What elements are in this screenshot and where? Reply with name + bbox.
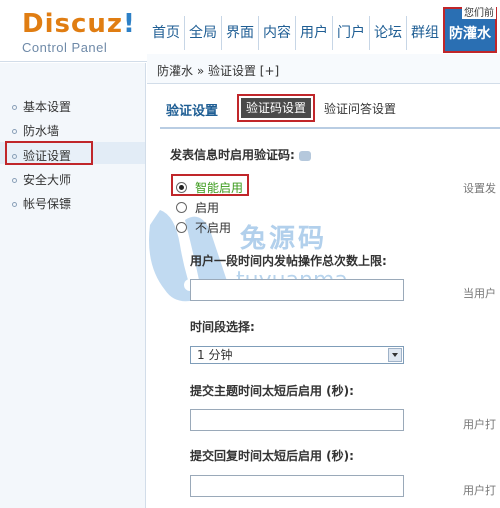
reply-time-input[interactable] <box>190 475 404 497</box>
top-nav: 首页 全局 界面 内容 用户 门户 论坛 群组 <box>148 16 443 50</box>
radio-smart-enable[interactable]: 智能启用 <box>176 179 243 196</box>
nav-item-portal[interactable]: 门户 <box>333 16 370 50</box>
topic-time-label: 提交主题时间太短后启用 (秒): <box>190 384 354 398</box>
bullet-icon <box>12 178 17 183</box>
nav-item-home[interactable]: 首页 <box>148 16 185 50</box>
sidebar-item-security-master[interactable]: 安全大师 <box>12 171 71 188</box>
nav-item-users[interactable]: 用户 <box>296 16 333 50</box>
watermark-text-cn: 兔源码 <box>240 224 328 254</box>
post-limit-label: 用户一段时间内发帖操作总次数上限: <box>190 254 387 268</box>
hint-text: 用户打 <box>463 418 496 431</box>
nav-item-ui[interactable]: 界面 <box>222 16 259 50</box>
sidebar-item-firewall[interactable]: 防水墙 <box>12 122 59 139</box>
header: Discuz! Control Panel 首页 全局 界面 内容 用户 门户 … <box>0 0 500 62</box>
help-bubble-icon[interactable] <box>298 150 311 161</box>
post-limit-input[interactable] <box>190 279 404 301</box>
hint-text: 当用户 <box>463 287 496 300</box>
chevron-down-icon[interactable] <box>388 348 402 362</box>
hint-text: 用户打 <box>463 484 496 497</box>
top-note: 您们前 <box>462 4 496 19</box>
period-select[interactable]: 1 分钟 <box>190 346 404 364</box>
logo: Discuz! Control Panel <box>22 10 136 55</box>
sidebar-item-account-guard[interactable]: 帐号保镖 <box>12 195 71 212</box>
sidebar-item-label: 安全大师 <box>23 173 72 187</box>
radio-enable[interactable]: 启用 <box>176 199 219 216</box>
nav-item-forum[interactable]: 论坛 <box>370 16 407 50</box>
radio-checked-icon[interactable] <box>176 182 187 193</box>
radio-enable-label: 启用 <box>195 201 220 215</box>
nav-item-content[interactable]: 内容 <box>259 16 296 50</box>
radio-smart-label: 智能启用 <box>195 181 244 195</box>
radio-disable-label: 不启用 <box>195 221 232 235</box>
radio-disable[interactable]: 不启用 <box>176 219 231 236</box>
tab-captcha-settings[interactable]: 验证码设置 <box>237 94 315 122</box>
nav-active-label: 防灌水 <box>449 26 491 42</box>
sidebar-item-label: 帐号保镖 <box>23 197 72 211</box>
bullet-icon <box>12 154 17 159</box>
logo-brand-tail: ! <box>123 9 136 39</box>
period-label: 时间段选择: <box>190 320 255 334</box>
logo-brand-text: Discuz <box>22 9 124 39</box>
tab-qa-settings[interactable]: 验证问答设置 <box>324 100 396 117</box>
sidebar-item-label: 验证设置 <box>23 149 72 163</box>
radio-unchecked-icon[interactable] <box>176 222 187 233</box>
nav-item-global[interactable]: 全局 <box>185 16 222 50</box>
breadcrumb[interactable]: 防灌水 » 验证设置 [+] <box>147 54 500 84</box>
bullet-icon <box>12 202 17 207</box>
enable-captcha-label-text: 发表信息时启用验证码: <box>170 148 295 162</box>
sidebar-item-label: 基本设置 <box>23 100 72 114</box>
enable-captcha-label: 发表信息时启用验证码: <box>170 146 311 163</box>
title-divider <box>160 127 500 129</box>
period-select-value: 1 分钟 <box>197 348 233 362</box>
radio-unchecked-icon[interactable] <box>176 202 187 213</box>
sidebar-item-verification[interactable]: 验证设置 <box>12 147 71 164</box>
tab-captcha-label: 验证码设置 <box>241 98 311 118</box>
sidebar-item-basic[interactable]: 基本设置 <box>12 98 71 115</box>
logo-brand: Discuz! <box>22 10 136 38</box>
topic-time-input[interactable] <box>190 409 404 431</box>
reply-time-label: 提交回复时间太短后启用 (秒): <box>190 449 354 463</box>
sidebar-item-label: 防水墙 <box>23 124 60 138</box>
page-title: 验证设置 <box>166 104 219 119</box>
hint-text: 设置发 <box>463 182 496 195</box>
bullet-icon <box>12 129 17 134</box>
bullet-icon <box>12 105 17 110</box>
nav-item-group[interactable]: 群组 <box>407 16 443 50</box>
logo-subtitle: Control Panel <box>22 40 108 55</box>
